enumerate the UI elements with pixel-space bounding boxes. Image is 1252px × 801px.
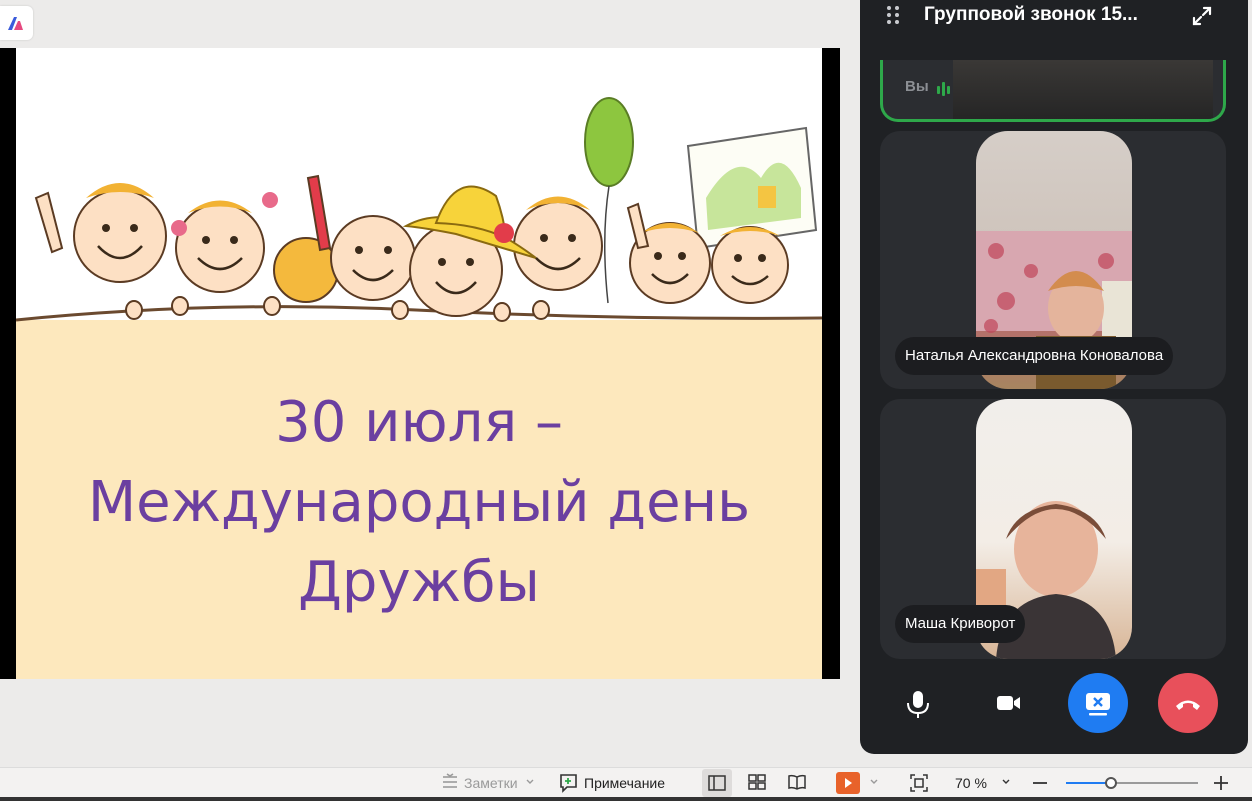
call-title: Групповой звонок 15... [924, 4, 1138, 25]
notes-button[interactable]: Заметки [464, 768, 518, 798]
microphone-icon [907, 691, 929, 718]
self-video-tile[interactable]: Вы [880, 60, 1226, 122]
hang-up-icon [1176, 700, 1200, 710]
end-call-button[interactable] [1158, 673, 1218, 733]
camera-button[interactable] [978, 673, 1038, 733]
drag-handle-icon[interactable] [886, 4, 900, 26]
zoom-out-icon[interactable] [1031, 774, 1049, 792]
expand-icon[interactable] [1190, 4, 1214, 28]
status-bar: Заметки Примечание 70 % [0, 767, 1252, 798]
slide-content: 30 июля – Международный день Дружбы [16, 48, 822, 679]
camera-icon [997, 696, 1020, 710]
slide-sorter-icon[interactable] [747, 772, 767, 792]
chevron-down-icon[interactable] [1000, 776, 1012, 788]
bottom-edge [0, 797, 1252, 801]
mic-button[interactable] [888, 673, 948, 733]
presentation-canvas: 30 июля – Международный день Дружбы [0, 0, 860, 767]
slide-title-line-1: 30 июля – [275, 390, 563, 455]
normal-view-button[interactable] [702, 769, 732, 797]
play-icon [845, 778, 852, 788]
children-illustration [16, 97, 822, 322]
fit-to-window-icon[interactable] [908, 772, 930, 794]
mic-activity-icon [937, 82, 950, 96]
reading-view-icon[interactable] [787, 772, 807, 792]
chevron-down-icon[interactable] [868, 776, 880, 788]
zoom-slider[interactable] [1066, 777, 1198, 789]
participant-name: Наталья Александровна Коновалова [895, 337, 1174, 375]
chevron-down-icon[interactable] [524, 776, 536, 788]
normal-view-icon [708, 775, 726, 791]
slide-title-line-3: Дружбы [298, 550, 540, 615]
participant-tile[interactable]: Наталья Александровна Коновалова [880, 131, 1226, 389]
comment-icon [560, 774, 577, 793]
self-video-feed [953, 60, 1213, 119]
notes-icon [443, 773, 457, 788]
slideshow-button[interactable] [836, 772, 860, 794]
participant-name: Маша Криворот [895, 605, 1026, 643]
zoom-value[interactable]: 70 % [955, 768, 987, 798]
screen-share-button[interactable] [1068, 673, 1128, 733]
participant-tile[interactable]: Маша Криворот [880, 399, 1226, 659]
slide-title-line-2: Международный день [87, 470, 751, 535]
screen-share-icon [1086, 693, 1110, 716]
group-call-panel: Групповой звонок 15... Вы Наталья Алекса… [860, 0, 1248, 754]
presentation-slide: 30 июля – Международный день Дружбы [0, 48, 840, 679]
zoom-in-icon[interactable] [1212, 774, 1230, 792]
self-label: Вы [905, 78, 929, 95]
comment-button[interactable]: Примечание [584, 768, 665, 798]
zoom-slider-thumb[interactable] [1104, 777, 1117, 789]
app-logo-icon[interactable] [0, 6, 33, 40]
slide-title: 30 июля – Международный день Дружбы [16, 383, 822, 623]
